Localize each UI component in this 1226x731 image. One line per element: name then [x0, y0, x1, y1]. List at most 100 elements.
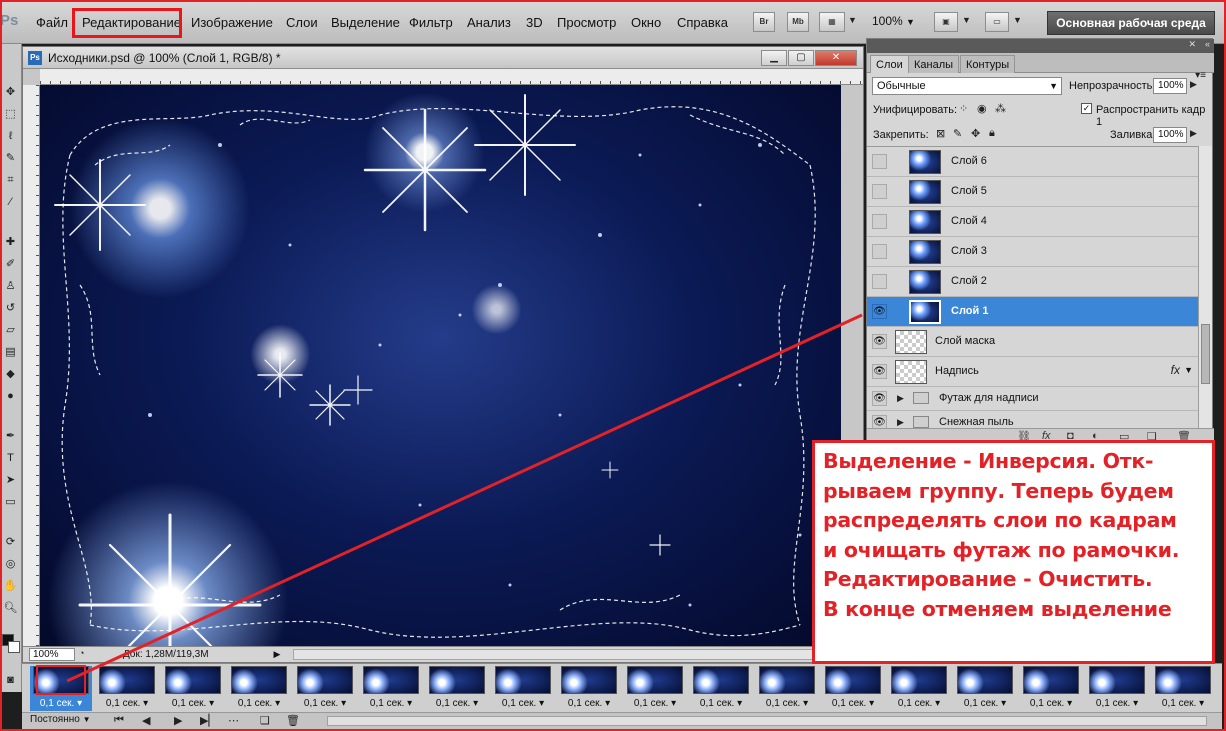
screen-mode-dropdown-icon[interactable]: ▼	[1013, 15, 1022, 25]
dodge-tool-icon[interactable]: ●	[2, 388, 19, 404]
layer-effects-icon[interactable]: fx	[1171, 363, 1180, 377]
3d-camera-tool-icon[interactable]: ◎	[2, 556, 19, 572]
move-tool-icon[interactable]: ✥	[2, 84, 19, 100]
eye-icon[interactable]: 👁︎	[872, 391, 887, 406]
layers-scrollbar[interactable]	[1198, 146, 1212, 428]
layer-row[interactable]: Слой 5	[867, 177, 1198, 207]
visibility-toggle[interactable]	[872, 184, 887, 199]
layer-row[interactable]: Слой 2	[867, 267, 1198, 297]
frame-delay-select[interactable]: 0,1 сек. ▾	[96, 698, 158, 709]
animation-frame[interactable]: 0,1 сек. ▾	[1020, 666, 1082, 711]
maximize-button[interactable]: ▢	[788, 50, 814, 66]
eye-icon[interactable]: 👁︎	[872, 334, 887, 349]
zoom-percentage-field[interactable]: 100%	[29, 648, 75, 661]
scrollbar-thumb[interactable]	[1201, 324, 1210, 384]
animation-frame[interactable]: 0,1 сек. ▾	[162, 666, 224, 711]
animation-frame[interactable]: 0,1 сек. ▾	[1086, 666, 1148, 711]
unify-position-icon[interactable]: ⁘	[959, 102, 968, 115]
unify-visibility-icon[interactable]: ◉	[977, 102, 987, 115]
blend-mode-select[interactable]: Обычные ▼	[872, 77, 1062, 95]
bridge-button[interactable]: Br	[753, 12, 775, 32]
frame-delay-select[interactable]: 0,1 сек. ▾	[1152, 698, 1214, 709]
blur-tool-icon[interactable]: ◆	[2, 366, 19, 382]
layer-row[interactable]: 👁︎ Слой маска	[867, 327, 1198, 357]
healing-brush-tool-icon[interactable]: ✚	[2, 234, 19, 250]
menu-window[interactable]: Окно	[627, 13, 665, 33]
background-color-swatch[interactable]	[8, 641, 20, 653]
visibility-toggle[interactable]	[872, 244, 887, 259]
clone-stamp-tool-icon[interactable]: ♙	[2, 278, 19, 294]
quick-mask-icon[interactable]: ◙	[2, 672, 19, 688]
extras-dropdown-icon[interactable]: ▼	[848, 15, 857, 25]
minimize-button[interactable]: ▁	[761, 50, 787, 66]
vertical-ruler[interactable]	[23, 85, 40, 646]
frame-delay-select[interactable]: 0,1 сек. ▾	[888, 698, 950, 709]
expand-effects-icon[interactable]: ▼	[1184, 365, 1193, 375]
history-brush-tool-icon[interactable]: ↺	[2, 300, 19, 316]
frame-delay-select[interactable]: 0,1 сек. ▾	[492, 698, 554, 709]
frame-delay-select[interactable]: 0,1 сек. ▾	[822, 698, 884, 709]
frame-delay-select[interactable]: 0,1 сек. ▾	[1086, 698, 1148, 709]
frame-delay-select[interactable]: 0,1 сек. ▾	[954, 698, 1016, 709]
lock-all-icon[interactable]: 🔒︎	[989, 127, 995, 140]
layer-group-row[interactable]: 👁︎ ▶ Футаж для надписи	[867, 387, 1198, 411]
frame-delay-select[interactable]: 0,1 сек. ▾	[294, 698, 356, 709]
gradient-tool-icon[interactable]: ▤	[2, 344, 19, 360]
layer-row[interactable]: Слой 6	[867, 147, 1198, 177]
menu-help[interactable]: Справка	[673, 13, 732, 33]
duplicate-frame-icon[interactable]: ❏	[260, 714, 270, 727]
first-frame-icon[interactable]: ⏮	[114, 714, 124, 727]
close-button[interactable]: ✕	[815, 50, 857, 66]
crop-tool-icon[interactable]: ⌗	[2, 172, 19, 188]
zoom-level-menu[interactable]: 100% ▼	[872, 14, 915, 28]
opacity-slider-icon[interactable]: ▶	[1190, 79, 1197, 90]
menu-layers[interactable]: Слои	[282, 13, 322, 33]
quick-select-tool-icon[interactable]: ✎	[2, 150, 19, 166]
status-info-arrow-icon[interactable]: ▶	[271, 648, 283, 661]
animation-frame[interactable]: 0,1 сек. ▾	[1152, 666, 1214, 711]
animation-frame[interactable]: 0,1 сек. ▾	[558, 666, 620, 711]
visibility-toggle[interactable]	[872, 214, 887, 229]
next-frame-icon[interactable]: ▶▏	[200, 714, 217, 727]
brush-tool-icon[interactable]: ✐	[2, 256, 19, 272]
frame-delay-select[interactable]: 0,1 сек. ▾	[1020, 698, 1082, 709]
type-tool-icon[interactable]: T	[2, 450, 19, 466]
tab-layers[interactable]: Слои	[870, 55, 909, 73]
unify-style-icon[interactable]: ⁂	[995, 102, 1006, 115]
loop-options-select[interactable]: Постоянно ▼	[30, 714, 91, 725]
eraser-tool-icon[interactable]: ▱	[2, 322, 19, 338]
layer-row[interactable]: Слой 4	[867, 207, 1198, 237]
animation-frame[interactable]: 0,1 сек. ▾	[888, 666, 950, 711]
path-select-tool-icon[interactable]: ➤	[2, 472, 19, 488]
visibility-toggle[interactable]	[872, 154, 887, 169]
opacity-field[interactable]: 100%	[1153, 78, 1187, 94]
menu-filter[interactable]: Фильтр	[405, 13, 457, 33]
delete-frame-icon[interactable]: 🗑︎	[286, 714, 300, 727]
extras-button[interactable]: ▦	[819, 12, 845, 32]
frame-delay-select[interactable]: 0,1 сек. ▾	[360, 698, 422, 709]
3d-rotate-tool-icon[interactable]: ⟳	[2, 534, 19, 550]
lock-pixels-icon[interactable]: ✎	[953, 127, 962, 140]
visibility-toggle[interactable]	[872, 274, 887, 289]
eye-icon[interactable]: 👁︎	[872, 304, 887, 319]
timeline-scrollbar[interactable]	[327, 716, 1207, 726]
tween-icon[interactable]: ⋯	[228, 714, 239, 727]
hand-tool-icon[interactable]: ✋	[2, 578, 19, 594]
animation-frame[interactable]: 0,1 сек. ▾	[96, 666, 158, 711]
animation-frame[interactable]: 0,1 сек. ▾	[624, 666, 686, 711]
tab-channels[interactable]: Каналы	[908, 55, 960, 73]
frame-delay-select[interactable]: 0,1 сек. ▾	[162, 698, 224, 709]
screen-mode-button[interactable]: ▭	[985, 12, 1009, 32]
tab-paths[interactable]: Контуры	[960, 55, 1016, 73]
frame-delay-select[interactable]: 0,1 сек. ▾	[690, 698, 752, 709]
pen-tool-icon[interactable]: ✒	[2, 428, 19, 444]
eye-icon[interactable]: 👁︎	[872, 364, 887, 379]
eyedropper-tool-icon[interactable]: ⁄	[2, 194, 19, 210]
layer-row[interactable]: Слой 3	[867, 237, 1198, 267]
zoom-tool-icon[interactable]: 🔍︎	[2, 600, 19, 616]
frame-delay-select[interactable]: 0,1 сек. ▾	[30, 698, 92, 709]
frame-delay-select[interactable]: 0,1 сек. ▾	[624, 698, 686, 709]
animation-frame[interactable]: 0,1 сек. ▾	[690, 666, 752, 711]
frame-delay-select[interactable]: 0,1 сек. ▾	[426, 698, 488, 709]
menu-analysis[interactable]: Анализ	[463, 13, 515, 33]
